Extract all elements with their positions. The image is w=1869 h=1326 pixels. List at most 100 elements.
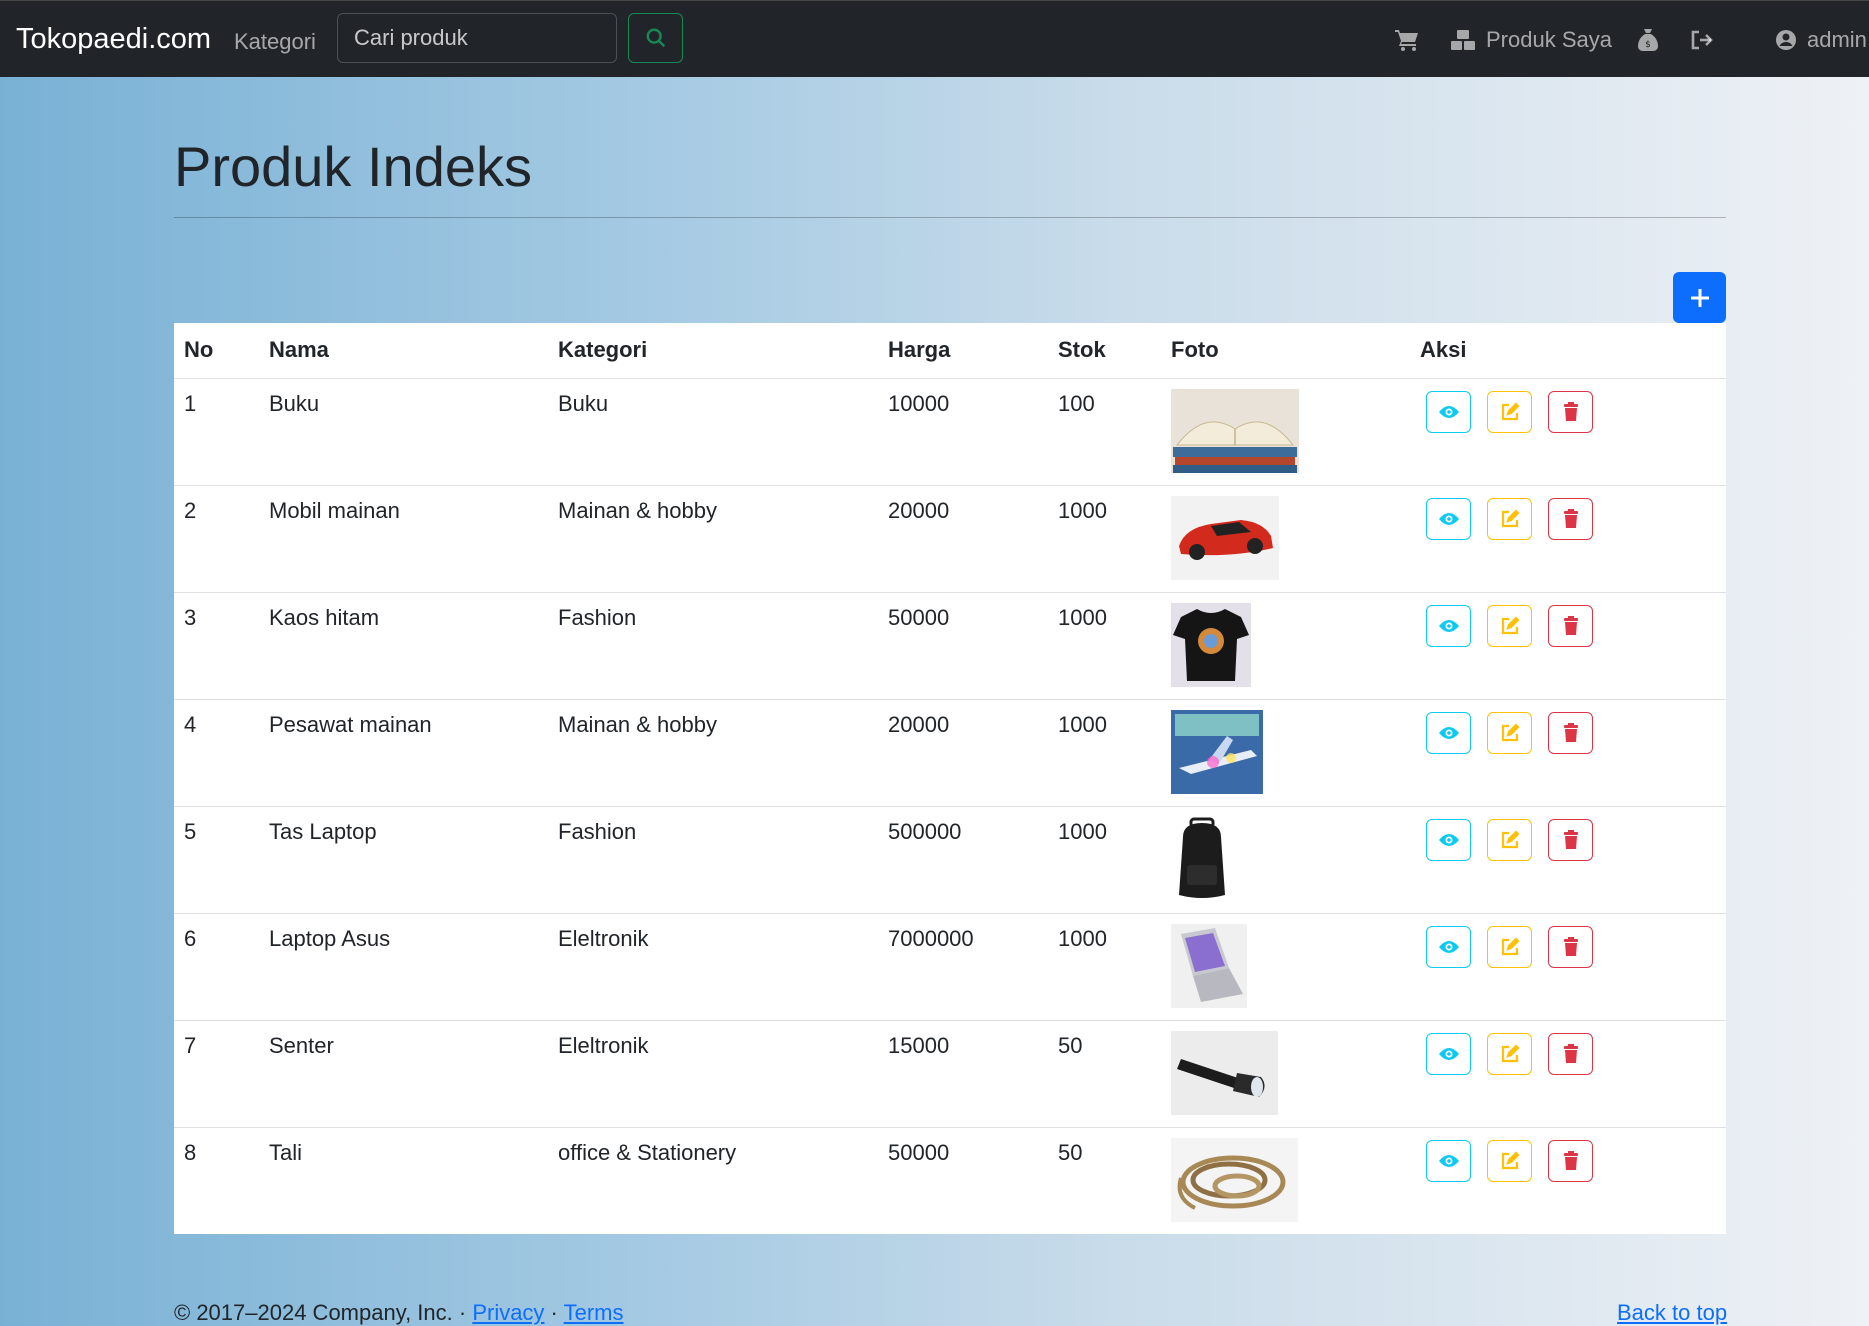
delete-button[interactable] xyxy=(1548,390,1593,433)
table-row: 5 Tas Laptop Fashion 500000 1000 xyxy=(174,806,1726,914)
edit-icon xyxy=(1501,1150,1520,1169)
cell-kategori: Fashion xyxy=(548,806,878,914)
view-button[interactable] xyxy=(1426,1032,1471,1075)
cell-stok: 100 xyxy=(1048,378,1161,486)
product-photo-toy-plane xyxy=(1171,709,1263,794)
cart-link[interactable] xyxy=(1394,1,1420,78)
cell-harga: 7000000 xyxy=(878,913,1048,1021)
table-row: 2 Mobil mainan Mainan & hobby 20000 1000 xyxy=(174,485,1726,593)
edit-icon xyxy=(1501,829,1520,848)
table-row: 1 Buku Buku 10000 100 xyxy=(174,378,1726,486)
cell-nama: Mobil mainan xyxy=(259,485,548,593)
view-button[interactable] xyxy=(1426,818,1471,861)
footer-back-to-top: Back to top xyxy=(1617,1300,1727,1326)
logout-icon xyxy=(1691,30,1713,49)
edit-button[interactable] xyxy=(1487,925,1532,968)
action-group xyxy=(1420,818,1716,861)
logout-link[interactable] xyxy=(1690,1,1714,78)
cell-kategori: Eleltronik xyxy=(548,913,878,1021)
cell-aksi xyxy=(1410,913,1726,1021)
table-row: 8 Tali office & Stationery 50000 50 xyxy=(174,1127,1726,1234)
edit-button[interactable] xyxy=(1487,390,1532,433)
action-group xyxy=(1420,1032,1716,1075)
delete-button[interactable] xyxy=(1548,818,1593,861)
edit-button[interactable] xyxy=(1487,497,1532,540)
delete-button[interactable] xyxy=(1548,711,1593,754)
cart-icon xyxy=(1395,29,1418,51)
view-button[interactable] xyxy=(1426,711,1471,754)
produk-saya-link[interactable]: Produk Saya xyxy=(1450,1,1612,78)
header-harga: Harga xyxy=(878,323,1048,379)
table-row: 7 Senter Eleltronik 15000 50 xyxy=(174,1020,1726,1128)
eye-icon xyxy=(1438,1154,1459,1167)
footer-copyright: © 2017–2024 Company, Inc. · Privacy · Te… xyxy=(174,1300,623,1326)
edit-icon xyxy=(1501,401,1520,420)
cell-aksi xyxy=(1410,485,1726,593)
product-photo-books xyxy=(1171,388,1299,473)
edit-button[interactable] xyxy=(1487,818,1532,861)
cell-aksi xyxy=(1410,1020,1726,1128)
produk-saya-label: Produk Saya xyxy=(1486,26,1612,52)
cell-harga: 500000 xyxy=(878,806,1048,914)
admin-link[interactable]: admin xyxy=(1775,1,1867,78)
cell-harga: 50000 xyxy=(888,1139,950,1165)
delete-button[interactable] xyxy=(1548,1139,1593,1182)
header-no: No xyxy=(174,323,259,379)
cell-harga: 10000 xyxy=(878,378,1048,486)
cell-no: 5 xyxy=(174,806,259,914)
trash-icon xyxy=(1563,508,1578,528)
product-photo-rope xyxy=(1171,1137,1298,1222)
cell-harga: 20000 xyxy=(878,485,1048,593)
cell-nama: Laptop Asus xyxy=(259,913,548,1021)
cell-aksi xyxy=(1410,378,1726,486)
cell-nama: Tas Laptop xyxy=(259,806,548,914)
privacy-link[interactable]: Privacy xyxy=(472,1300,544,1325)
cell-no: 4 xyxy=(174,699,259,807)
eye-icon xyxy=(1438,512,1459,525)
delete-button[interactable] xyxy=(1548,1032,1593,1075)
product-photo-laptop xyxy=(1171,923,1247,1008)
delete-button[interactable] xyxy=(1548,497,1593,540)
edit-button[interactable] xyxy=(1487,604,1532,647)
nav-kategori[interactable]: Kategori xyxy=(234,29,316,55)
action-group xyxy=(1420,711,1716,754)
header-stok: Stok xyxy=(1048,323,1161,379)
header-kategori: Kategori xyxy=(548,323,878,379)
back-to-top-link[interactable]: Back to top xyxy=(1617,1300,1727,1325)
product-photo-toy-car xyxy=(1171,495,1279,580)
cell-foto xyxy=(1161,1127,1410,1234)
edit-icon xyxy=(1501,722,1520,741)
trash-icon xyxy=(1563,401,1578,421)
cell-no: 7 xyxy=(174,1020,259,1128)
cell-kategori: Mainan & hobby xyxy=(548,485,878,593)
search-input[interactable] xyxy=(337,13,617,63)
brand-link[interactable]: Tokopaedi.com xyxy=(16,23,211,56)
edit-button[interactable] xyxy=(1487,1139,1532,1182)
cell-stok: 1000 xyxy=(1048,806,1161,914)
delete-button[interactable] xyxy=(1548,604,1593,647)
cell-kategori: Mainan & hobby xyxy=(548,699,878,807)
trash-icon xyxy=(1563,722,1578,742)
terms-link[interactable]: Terms xyxy=(564,1300,624,1325)
cell-nama: Kaos hitam xyxy=(259,592,548,700)
trash-icon xyxy=(1563,1043,1578,1063)
copyright-text: © 2017–2024 Company, Inc. · xyxy=(174,1300,473,1325)
trash-icon xyxy=(1563,615,1578,635)
cell-no: 8 xyxy=(184,1139,197,1165)
add-product-button[interactable] xyxy=(1673,272,1726,323)
view-button[interactable] xyxy=(1426,497,1471,540)
cell-aksi xyxy=(1410,699,1726,807)
cell-foto xyxy=(1161,1020,1410,1128)
view-button[interactable] xyxy=(1426,1139,1471,1182)
delete-button[interactable] xyxy=(1548,925,1593,968)
money-bag-link[interactable]: $ xyxy=(1637,1,1659,78)
header-nama: Nama xyxy=(259,323,548,379)
view-button[interactable] xyxy=(1426,604,1471,647)
view-button[interactable] xyxy=(1426,390,1471,433)
product-photo-black-tshirt xyxy=(1171,602,1251,687)
search-button[interactable] xyxy=(628,13,683,63)
edit-button[interactable] xyxy=(1487,711,1532,754)
view-button[interactable] xyxy=(1426,925,1471,968)
product-table: No Nama Kategori Harga Stok Foto Aksi 1B… xyxy=(174,323,1726,1234)
edit-button[interactable] xyxy=(1487,1032,1532,1075)
